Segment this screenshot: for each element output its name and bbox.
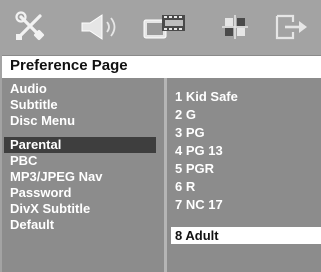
general-setup-icon[interactable] [10, 10, 50, 44]
rating-option[interactable]: 3 PG [175, 124, 205, 141]
menu-item-subtitle[interactable]: Subtitle [10, 97, 58, 113]
rating-option[interactable]: 6 R [175, 178, 195, 195]
menu-item-pbc[interactable]: PBC [10, 153, 37, 169]
rating-option[interactable]: 2 G [175, 106, 196, 123]
menu-item-audio[interactable]: Audio [10, 81, 47, 97]
page-header: Preference Page [2, 55, 321, 78]
menu-item-divx-subtitle[interactable]: DivX Subtitle [10, 201, 90, 217]
menu-item-parental[interactable]: Parental [4, 137, 156, 153]
menu-item-password[interactable]: Password [10, 185, 71, 201]
rating-option[interactable]: 1 Kid Safe [175, 88, 238, 105]
page-title: Preference Page [10, 57, 128, 74]
rating-option-selected[interactable]: 8 Adult [171, 227, 321, 244]
menu-item-default[interactable]: Default [10, 217, 54, 233]
rating-option[interactable]: 7 NC 17 [175, 196, 223, 213]
menu-item-disc-menu[interactable]: Disc Menu [10, 113, 75, 129]
exit-icon[interactable] [268, 10, 312, 44]
setup-toolbar [0, 0, 321, 55]
preference-setup-icon[interactable] [213, 10, 257, 44]
rating-option[interactable]: 5 PGR [175, 160, 214, 177]
rating-option[interactable]: 4 PG 13 [175, 142, 223, 159]
parental-options-list: 1 Kid Safe 2 G 3 PG 4 PG 13 5 PGR 6 R 7 … [167, 78, 321, 272]
audio-setup-icon[interactable] [76, 10, 124, 44]
settings-menu: Audio Subtitle Disc Menu Parental PBC MP… [2, 78, 164, 272]
menu-item-mp3-jpeg-nav[interactable]: MP3/JPEG Nav [10, 169, 103, 185]
video-setup-icon[interactable] [140, 10, 188, 44]
